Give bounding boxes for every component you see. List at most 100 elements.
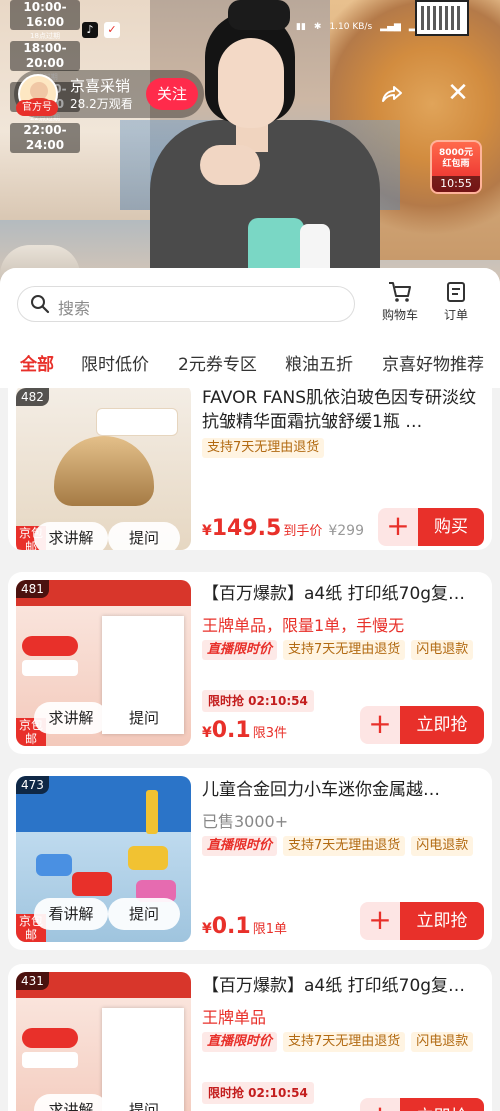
network-speed: 1.10 KB/s xyxy=(329,22,373,32)
tag-row: 直播限时价 支持7天无理由退货 闪电退款 xyxy=(202,1032,474,1052)
host-hair-bow xyxy=(228,0,290,30)
sold-count: 已售3000+ xyxy=(202,812,289,831)
red-packet-rain[interactable]: 8000元 红包雨 10:55 xyxy=(430,140,482,194)
original-price: ¥299 xyxy=(328,523,364,539)
ask-explain-button[interactable]: 求讲解 xyxy=(34,702,108,734)
watch-explain-button[interactable]: 看讲解 xyxy=(34,898,108,930)
product-thumbnail[interactable] xyxy=(16,972,191,1111)
jd-icon: ✓ xyxy=(104,22,120,38)
schedule-slot: 22:00-24:00 xyxy=(10,123,80,153)
add-to-cart-button[interactable]: + xyxy=(360,1098,400,1111)
red-packet-title: 红包雨 xyxy=(442,159,470,169)
price-value: 0.1 xyxy=(211,718,251,743)
product-rank: 481 xyxy=(16,580,49,598)
tab-recommended[interactable]: 京喜好物推荐 xyxy=(382,350,484,375)
product-rank: 482 xyxy=(16,388,49,406)
status-app-icons: ♪ ✓ xyxy=(82,22,120,38)
return-policy-tag: 支持7天无理由退货 xyxy=(283,640,406,660)
signal-icon: ▂▄▆ xyxy=(380,22,401,32)
list-item[interactable]: 482 京包邮 求讲解 提问 FAVOR FANS肌依泊玻色因专研淡纹抗皱精华面… xyxy=(8,388,492,550)
thumbnail-promo-chip xyxy=(22,1028,78,1048)
thumbnail-promo-chip xyxy=(22,636,78,656)
streamer-chip[interactable]: 官方号 京喜采销 28.2万观看 关注 xyxy=(14,70,204,118)
thumbnail-promo-chip xyxy=(22,660,78,676)
price: ¥0.1 限3件 xyxy=(202,718,287,743)
product-title[interactable]: 【百万爆款】a4纸 打印纸70g复… xyxy=(202,582,486,606)
close-icon[interactable]: ✕ xyxy=(446,80,470,106)
tab-coupon-zone[interactable]: 2元券专区 xyxy=(178,350,257,375)
return-policy-tag: 支持7天无理由退货 xyxy=(283,836,406,856)
shopping-panel: 搜索 购物车 订单 全部 限时低价 2元券专区 粮油五折 京喜好物推荐 482 … xyxy=(0,268,500,1111)
live-video[interactable]: 10:00-16:00 18点过期 18:00-20:00 0点过期 20:00… xyxy=(0,0,500,285)
product-highlight: 王牌单品 xyxy=(202,1008,267,1027)
price-value: 149.5 xyxy=(211,516,282,541)
toy-car-image xyxy=(36,854,72,876)
search-icon xyxy=(31,295,50,314)
price-note: 限1单 xyxy=(252,922,288,937)
toy-car-image xyxy=(72,872,112,896)
flash-refund-tag: 闪电退款 xyxy=(411,640,474,660)
tag-row: 直播限时价 支持7天无理由退货 闪电退款 xyxy=(202,640,474,660)
toy-car-image xyxy=(128,846,168,870)
tab-all[interactable]: 全部 xyxy=(20,350,54,375)
ask-question-button[interactable]: 提问 xyxy=(108,702,180,734)
red-packet-amount: 8000元 xyxy=(438,148,474,158)
search-placeholder: 搜索 xyxy=(58,299,91,318)
follow-button[interactable]: 关注 xyxy=(146,78,198,110)
grab-button[interactable]: 立即抢 xyxy=(400,1098,484,1111)
orders-button[interactable]: 订单 xyxy=(431,280,481,323)
share-icon[interactable] xyxy=(380,82,404,106)
ask-explain-button[interactable]: 求讲解 xyxy=(34,1094,108,1111)
cart-button[interactable]: 购物车 xyxy=(375,280,425,323)
panel-header: 搜索 购物车 订单 全部 限时低价 2元券专区 粮油五折 京喜好物推荐 xyxy=(0,268,500,388)
live-limited-price-tag: 直播限时价 xyxy=(202,836,278,856)
buy-button[interactable]: 购买 xyxy=(418,508,484,546)
cream-jar-image xyxy=(54,436,154,506)
live-room: 10:00-16:00 18点过期 18:00-20:00 0点过期 20:00… xyxy=(0,0,500,1111)
host-hand xyxy=(200,145,260,185)
product-highlight: 王牌单品，限量1单，手慢无 xyxy=(202,616,405,635)
schedule-note: 18点过期 xyxy=(30,32,60,40)
add-to-cart-button[interactable]: + xyxy=(360,706,400,744)
tag-row: 支持7天无理由退货 xyxy=(202,438,325,458)
streamer-name: 京喜采销 xyxy=(70,77,131,95)
red-packet-countdown: 10:55 xyxy=(432,176,480,192)
tag-row: 直播限时价 支持7天无理由退货 闪电退款 xyxy=(202,836,474,856)
ask-question-button[interactable]: 提问 xyxy=(108,522,180,550)
tab-limited-low-price[interactable]: 限时低价 xyxy=(81,350,149,375)
product-title[interactable]: 儿童合金回力小车迷你金属越… xyxy=(202,778,486,802)
category-tabs: 全部 限时低价 2元券专区 粮油五折 京喜好物推荐 xyxy=(0,348,500,378)
grab-button[interactable]: 立即抢 xyxy=(400,706,484,744)
price-value: 0.1 xyxy=(211,914,251,939)
list-item[interactable]: 473 京包邮 看讲解 提问 儿童合金回力小车迷你金属越… 已售3000+ 直播… xyxy=(8,768,492,950)
ask-question-button[interactable]: 提问 xyxy=(108,898,180,930)
price: ¥0.1 限1单 xyxy=(202,914,287,939)
tab-grain-oil-discount[interactable]: 粮油五折 xyxy=(285,350,353,375)
currency: ¥ xyxy=(202,725,212,741)
traffic-light-image xyxy=(146,790,158,834)
price-note: 到手价 xyxy=(283,524,323,539)
flash-sale-countdown: 限时抢 02:10:54 xyxy=(202,1082,314,1104)
flash-refund-tag: 闪电退款 xyxy=(411,836,474,856)
product-title[interactable]: 【百万爆款】a4纸 打印纸70g复… xyxy=(202,974,486,998)
host-face xyxy=(218,38,284,128)
bluetooth-icon: ✱ xyxy=(313,22,322,32)
flash-refund-tag: 闪电退款 xyxy=(411,1032,474,1052)
ask-explain-button[interactable]: 求讲解 xyxy=(34,522,108,550)
search-input[interactable]: 搜索 xyxy=(17,286,355,322)
thumbnail-promo-chip xyxy=(22,1052,78,1068)
list-item[interactable]: 481 京包邮 求讲解 提问 【百万爆款】a4纸 打印纸70g复… 王牌单品，限… xyxy=(8,572,492,754)
orders-icon xyxy=(447,282,465,302)
product-rank: 431 xyxy=(16,972,49,990)
grab-button[interactable]: 立即抢 xyxy=(400,902,484,940)
add-to-cart-button[interactable]: + xyxy=(360,902,400,940)
ask-question-button[interactable]: 提问 xyxy=(108,1094,180,1111)
price-note: 限3件 xyxy=(252,726,288,741)
list-item[interactable]: 431 求讲解 提问 【百万爆款】a4纸 打印纸70g复… 王牌单品 直播限时价… xyxy=(8,964,492,1111)
orders-label: 订单 xyxy=(443,308,468,322)
product-title[interactable]: FAVOR FANS肌依泊玻色因专研淡纹抗皱精华面霜抗皱舒缓1瓶 … xyxy=(202,388,486,434)
live-limited-price-tag: 直播限时价 xyxy=(202,640,278,660)
red-packet-label: 8000元 红包雨 xyxy=(435,148,477,170)
add-to-cart-button[interactable]: + xyxy=(378,508,418,546)
official-badge: 官方号 xyxy=(16,100,58,116)
